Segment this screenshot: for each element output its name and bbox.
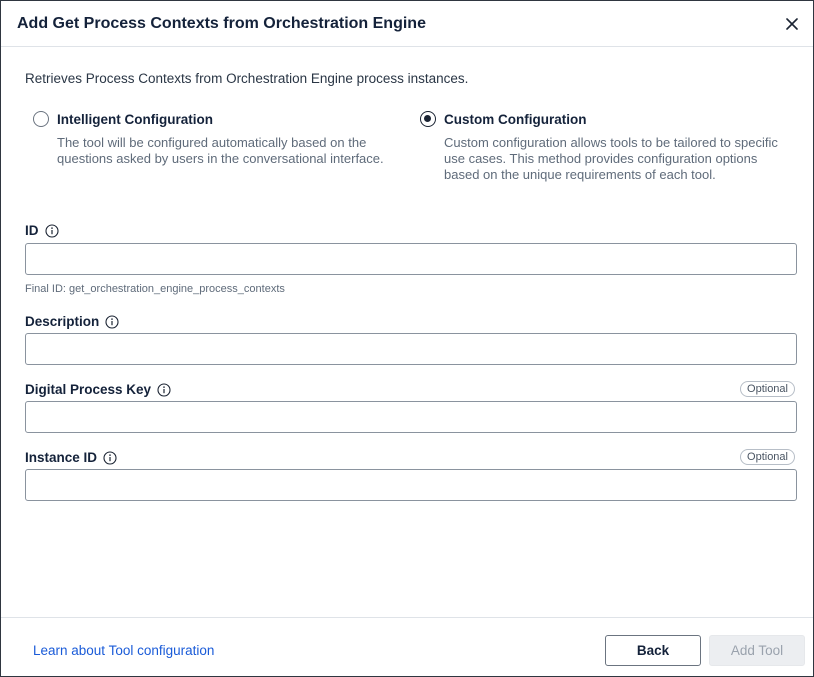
dialog-footer: Learn about Tool configuration Back Add … (1, 617, 813, 676)
learn-about-tool-configuration-link[interactable]: Learn about Tool configuration (33, 643, 214, 658)
digital-process-key-label: Digital Process Key (25, 382, 171, 397)
description-input[interactable] (25, 333, 797, 365)
instance-id-input[interactable] (25, 469, 797, 501)
custom-configuration-radio[interactable] (420, 111, 436, 127)
intelligent-configuration-radio[interactable] (33, 111, 49, 127)
dialog: Add Get Process Contexts from Orchestrat… (0, 0, 814, 677)
id-label-text: ID (25, 223, 39, 238)
close-button[interactable] (781, 13, 803, 35)
info-icon[interactable] (105, 314, 119, 329)
dialog-header: Add Get Process Contexts from Orchestrat… (1, 1, 813, 47)
dialog-title: Add Get Process Contexts from Orchestrat… (17, 15, 426, 32)
close-icon (786, 18, 798, 30)
intelligent-configuration-help: The tool will be configured automaticall… (57, 135, 384, 166)
optional-badge: Optional (740, 381, 795, 397)
optional-badge: Optional (740, 449, 795, 465)
id-input[interactable] (25, 243, 797, 275)
digital-process-key-label-text: Digital Process Key (25, 382, 152, 397)
info-icon[interactable] (103, 450, 117, 465)
add-tool-button[interactable]: Add Tool (709, 635, 805, 666)
info-icon[interactable] (157, 382, 171, 397)
id-label: ID (25, 223, 59, 238)
back-button[interactable]: Back (605, 635, 701, 666)
final-id-hint: Final ID: get_orchestration_engine_proce… (25, 283, 285, 295)
instance-id-label-text: Instance ID (25, 450, 98, 465)
intelligent-configuration-label: Intelligent Configuration (57, 112, 213, 127)
instance-id-label: Instance ID (25, 450, 117, 465)
digital-process-key-input[interactable] (25, 401, 797, 433)
dialog-description: Retrieves Process Contexts from Orchestr… (25, 71, 469, 86)
custom-configuration-help: Custom configuration allows tools to be … (444, 135, 778, 182)
custom-configuration-label: Custom Configuration (444, 112, 587, 127)
description-label-text: Description (25, 314, 100, 329)
info-icon[interactable] (44, 223, 59, 238)
description-label: Description (25, 314, 119, 329)
